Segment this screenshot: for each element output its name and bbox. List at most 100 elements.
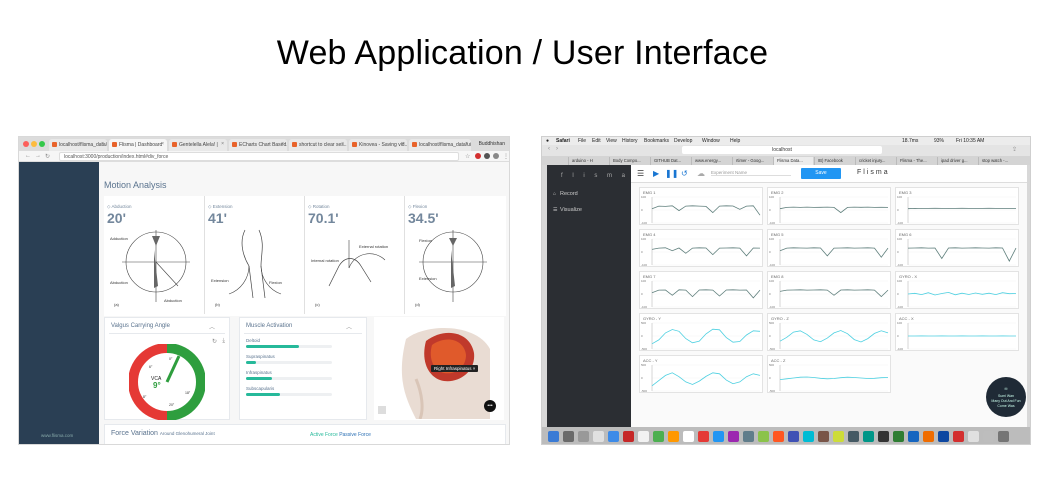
close-tab-icon[interactable]: × [221,141,224,147]
menu-item[interactable]: Safari [556,138,570,144]
extension-icon[interactable] [475,153,481,159]
dock-app-icon[interactable] [953,431,964,442]
browser-tab[interactable]: ipad driver g... [937,157,977,165]
menu-item[interactable]: View [606,138,617,144]
cloud-icon[interactable]: ☁ [697,169,705,178]
browser-tab[interactable]: localhost/flisma_data/ui...× [49,139,107,151]
menu-item[interactable]: History [622,138,638,144]
dock-app-icon[interactable] [788,431,799,442]
menu-item[interactable]: Edit [592,138,601,144]
refresh-icon[interactable]: ↻ [212,338,217,345]
dock-app-icon[interactable] [563,431,574,442]
star-icon[interactable]: ☆ [465,153,470,160]
dock-app-icon[interactable] [638,431,649,442]
dock-app-icon[interactable] [548,431,559,442]
browser-tab[interactable]: Kinovea - Saving vid... × [349,139,407,151]
dock-app-icon[interactable] [728,431,739,442]
dock-app-icon[interactable] [698,431,709,442]
close-tab-icon[interactable]: × [465,141,468,147]
experiment-name-input[interactable]: Experiment Name [711,170,791,176]
dock-app-icon[interactable] [818,431,829,442]
browser-tab[interactable]: GITHUB Dat... [650,157,690,165]
browser-tab[interactable]: cricket injury... [855,157,895,165]
minimize-window-icon[interactable] [31,141,37,147]
close-tab-icon[interactable]: × [401,141,404,147]
dock-app-icon[interactable] [893,431,904,442]
maximize-window-icon[interactable] [39,141,45,147]
close-icon[interactable]: × [473,366,476,371]
save-button[interactable]: Save [801,168,841,179]
menu-item[interactable]: File [578,138,586,144]
dock-app-icon[interactable] [923,431,934,442]
nav-record[interactable]: ⌂ Record [553,191,578,197]
menu-item[interactable]: Develop [674,138,692,144]
grid-icon[interactable] [378,406,386,414]
back-icon[interactable]: ‹ [548,146,550,152]
browser-tab[interactable]: arduino - H [568,157,608,165]
download-icon[interactable]: ⤓ [222,338,225,345]
dock-app-icon[interactable] [623,431,634,442]
browser-tab[interactable]: shortcut to clear ses... × [289,139,347,151]
extension-icon[interactable] [493,153,499,159]
dock-app-icon[interactable] [608,431,619,442]
browser-tab[interactable]: Flisma Data... [773,157,813,165]
url-input[interactable]: localhost:3000/production/index.html#div… [59,152,459,161]
legend-active-force[interactable]: Active Force [310,432,338,438]
back-icon[interactable]: ← [25,153,31,159]
pause-icon[interactable]: ❚❚ [665,169,678,178]
dock-app-icon[interactable] [758,431,769,442]
reset-icon[interactable]: ↺ [681,169,688,178]
close-tab-icon[interactable]: × [281,141,284,147]
extension-icon[interactable] [484,153,490,159]
dock-app-icon[interactable] [983,431,994,442]
dock-app-icon[interactable] [878,431,889,442]
browser-tab[interactable]: stop watch -... [978,157,1018,165]
nav-visualize[interactable]: ☰ Visualize [553,207,582,213]
dock-app-icon[interactable] [653,431,664,442]
play-icon[interactable]: ▶ [653,169,659,178]
dock-app-icon[interactable] [863,431,874,442]
dock-app-icon[interactable] [683,431,694,442]
collapse-icon[interactable]: ︿ [346,322,352,331]
dock-app-icon[interactable] [938,431,949,442]
share-icon[interactable]: ⇪ [1012,146,1017,153]
reload-icon[interactable]: ↻ [45,153,50,160]
dock-app-icon[interactable] [803,431,814,442]
dock-app-icon[interactable] [908,431,919,442]
browser-tab[interactable]: Flisma - The... [896,157,936,165]
close-tab-icon[interactable]: × [101,141,104,147]
chat-widget[interactable]: ✉ Sumi Wan Many Out And Fun Come Was [986,377,1026,417]
dock-app-icon[interactable] [578,431,589,442]
dock-app-icon[interactable] [968,431,979,442]
browser-tab[interactable]: Body Compo... [609,157,649,165]
browser-tab[interactable]: Gentelella Alela! | × [169,139,227,151]
browser-tab[interactable]: ECharts Chart Based... × [229,139,287,151]
dock-app-icon[interactable] [743,431,754,442]
browser-tab[interactable]: rtimer - Goog... [732,157,772,165]
dock-app-icon[interactable] [773,431,784,442]
menu-icon[interactable]: ⋮ [503,153,509,160]
browser-tab[interactable]: Flisma | Dashboard × [109,139,167,151]
menu-item[interactable]: Bookmarks [644,138,669,144]
menu-item[interactable]: Help [730,138,740,144]
more-button[interactable]: ••• [484,400,496,412]
close-window-icon[interactable] [23,141,29,147]
forward-icon[interactable]: → [35,153,41,159]
apple-icon[interactable]: ● [546,138,549,144]
browser-tab[interactable]: IB) Facebook [814,157,854,165]
url-input[interactable]: localhost [682,146,882,154]
dock-app-icon[interactable] [713,431,724,442]
browser-tab[interactable]: localhost/flisma_data/ui...× [409,139,471,151]
dock-app-icon[interactable] [593,431,604,442]
forward-icon[interactable]: › [556,146,558,152]
menu-icon[interactable]: ☰ [637,169,644,178]
dock-app-icon[interactable] [848,431,859,442]
dock-app-icon[interactable] [998,431,1009,442]
close-tab-icon[interactable]: × [161,141,164,147]
profile-name[interactable]: Buddhishan [479,141,505,147]
close-tab-icon[interactable]: × [341,141,344,147]
legend-passive-force[interactable]: Passive Force [339,432,371,438]
menu-item[interactable]: Window [702,138,720,144]
browser-tab[interactable]: www.energy... [691,157,731,165]
collapse-icon[interactable]: ︿ [209,322,215,331]
